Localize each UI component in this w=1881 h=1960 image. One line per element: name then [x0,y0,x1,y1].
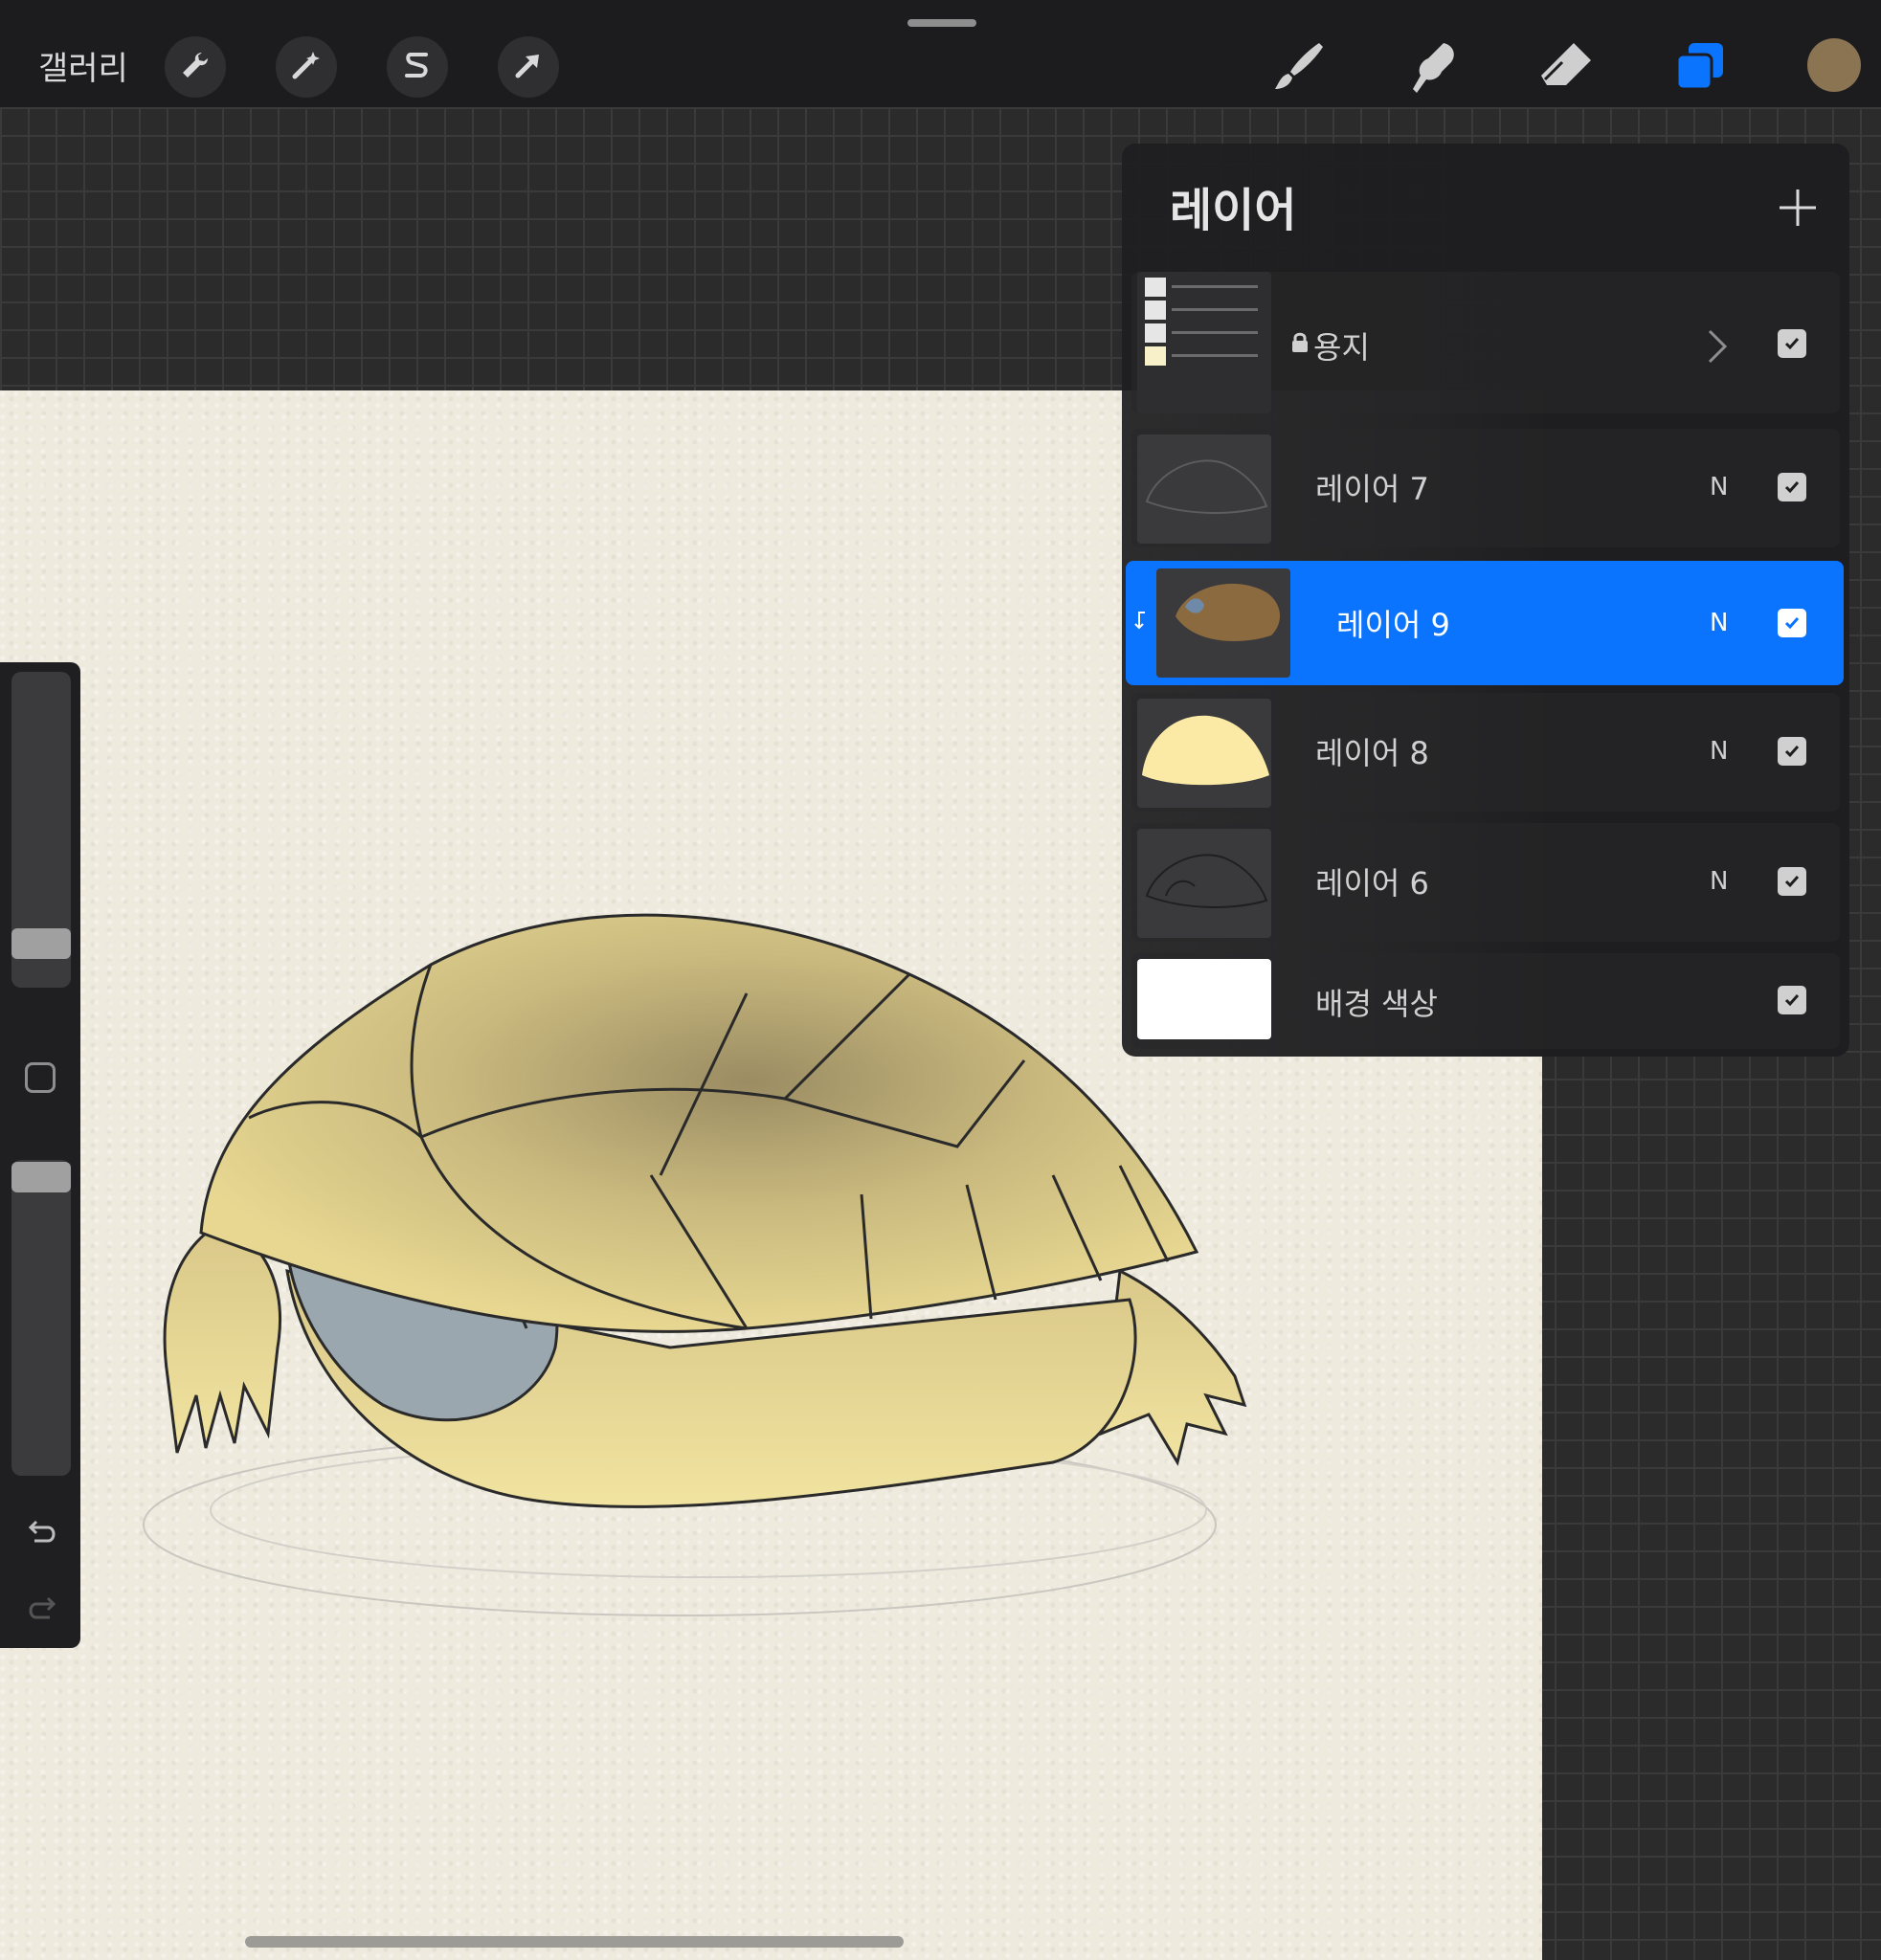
layer-thumbnail [1156,568,1290,678]
clipping-mask-icon [1133,609,1149,635]
magic-wand-icon [289,48,324,86]
layers-button[interactable] [1668,36,1733,100]
visibility-checkbox[interactable] [1778,737,1806,766]
layers-panel: 레이어 용지 레이어 7 N 레이어 9 N 레이어 8 N 레이어 6 N 배… [1122,144,1849,1057]
visibility-checkbox[interactable] [1778,473,1806,501]
opacity-slider[interactable] [11,1160,71,1476]
transform-arrow-icon [512,49,545,85]
lock-icon [1290,331,1310,358]
panel-title: 레이어 [1170,184,1297,237]
transform-button[interactable] [498,36,559,98]
smudge-icon [1403,37,1461,99]
layer-name: 레이어 9 [1336,607,1450,643]
background-color-swatch [1137,959,1271,1039]
layer-row[interactable]: 레이어 8 N [1131,693,1840,812]
eraser-button[interactable] [1534,36,1599,100]
layer-thumbnail [1137,272,1271,413]
redo-button[interactable] [23,1591,61,1629]
blend-mode-label[interactable]: N [1710,867,1728,896]
selection-button[interactable] [387,36,448,98]
left-sidebar [0,662,80,1648]
drag-handle[interactable] [907,19,976,27]
modifier-button[interactable] [25,1062,56,1093]
redo-icon [23,1596,61,1633]
layer-name: 레이어 6 [1315,865,1429,902]
add-layer-button[interactable] [1769,178,1826,235]
layer-row-group[interactable]: 용지 [1131,272,1840,413]
layer-row-background[interactable]: 배경 색상 [1131,953,1840,1049]
layer-thumbnail [1137,829,1271,938]
visibility-checkbox[interactable] [1778,986,1806,1014]
layer-name: 용지 [1313,329,1370,366]
chevron-right-icon[interactable] [1706,327,1729,369]
eraser-icon [1537,37,1595,99]
plus-icon [1769,189,1826,239]
wrench-icon [179,49,212,85]
selection-icon [401,49,434,85]
brush-icon [1269,37,1327,99]
layer-name: 레이어 8 [1315,735,1429,771]
top-toolbar: 갤러리 [0,0,1881,107]
visibility-checkbox[interactable] [1778,609,1806,637]
visibility-checkbox[interactable] [1778,329,1806,358]
horizontal-scrollbar[interactable] [245,1936,904,1948]
layer-name: 레이어 7 [1315,471,1429,507]
adjustments-button[interactable] [276,36,337,98]
layer-thumbnail [1137,699,1271,808]
undo-button[interactable] [23,1514,61,1552]
layer-row[interactable]: 레이어 6 N [1131,823,1840,942]
gallery-button[interactable]: 갤러리 [38,42,128,89]
visibility-checkbox[interactable] [1778,867,1806,896]
undo-icon [23,1520,61,1556]
layer-name: 배경 색상 [1315,986,1438,1022]
brush-button[interactable] [1265,36,1331,100]
blend-mode-label[interactable]: N [1710,609,1728,637]
layers-icon [1673,39,1727,97]
brush-size-knob[interactable] [11,928,71,959]
layer-row-selected[interactable]: 레이어 9 N [1126,561,1844,685]
layer-row[interactable]: 레이어 7 N [1131,429,1840,547]
blend-mode-label[interactable]: N [1710,737,1728,766]
smudge-button[interactable] [1400,36,1465,100]
opacity-knob[interactable] [11,1162,71,1192]
blend-mode-label[interactable]: N [1710,473,1728,501]
color-picker-button[interactable] [1807,38,1861,92]
layer-thumbnail [1137,434,1271,544]
actions-button[interactable] [165,36,226,98]
